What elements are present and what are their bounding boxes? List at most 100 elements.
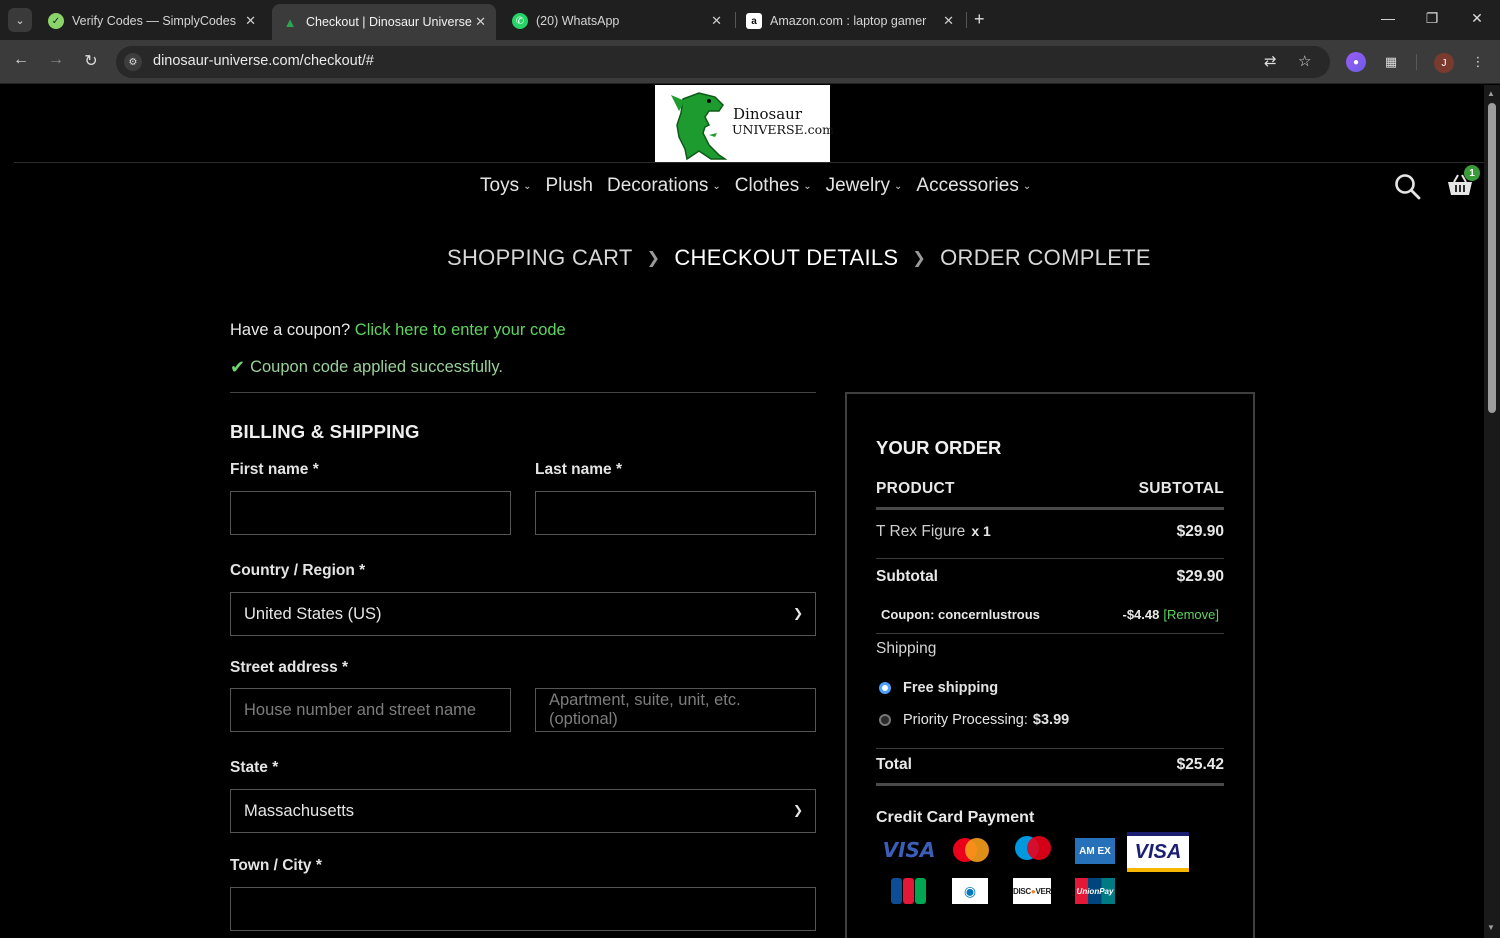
new-tab-plus-icon[interactable]: + [974, 9, 985, 30]
tab-search-chevron-icon[interactable]: ⌄ [8, 8, 32, 32]
order-title: YOUR ORDER [876, 437, 1002, 458]
breadcrumb-shopping-cart[interactable]: SHOPPING CART [447, 245, 633, 271]
total-label: Total [876, 756, 912, 773]
address-bar[interactable]: ⚙ dinosaur-universe.com/checkout/# ⇄ ☆ [116, 46, 1330, 78]
nav-item-toys[interactable]: Toys ⌄ [480, 175, 531, 197]
amazon-icon: a [746, 13, 762, 29]
first-name-label: First name * [230, 461, 319, 479]
main-navigation: Toys ⌄ Plush Decorations ⌄ Clothes ⌄ Jewelr… [480, 175, 1031, 197]
tab-title: Amazon.com : laptop gamer [770, 14, 927, 28]
tab-amazon[interactable]: a Amazon.com : laptop gamer ✕ [736, 6, 964, 36]
nav-item-plush[interactable]: Plush [545, 175, 593, 197]
priority-processing-option[interactable]: Priority Processing: $3.99 [879, 712, 1069, 728]
breadcrumb-order-complete: ORDER COMPLETE [940, 245, 1151, 270]
copilot-extension-icon[interactable]: ● [1346, 52, 1366, 72]
chevron-down-icon: ❯ [792, 803, 803, 817]
reload-icon[interactable]: ↻ [80, 51, 102, 71]
close-icon[interactable]: ✕ [475, 14, 486, 30]
tab-separator [966, 12, 967, 28]
city-label-text: Town / City [230, 857, 312, 874]
scroll-down-arrow-icon[interactable]: ▼ [1487, 923, 1495, 932]
free-shipping-option[interactable]: Free shipping [879, 680, 998, 696]
scroll-up-arrow-icon[interactable]: ▲ [1487, 89, 1495, 98]
checkout-page: Dinosaur UNIVERSE.com Toys ⌄ Plush Decora… [0, 85, 1484, 938]
close-icon[interactable]: ✕ [943, 13, 954, 29]
street-address-label: Street address * [230, 659, 348, 677]
state-label-text: State [230, 759, 268, 776]
browser-tab-bar: ⌄ ✓ Verify Codes — SimplyCodes ✕ ▲ Check… [0, 0, 1500, 40]
tab-dinosaur-universe[interactable]: ▲ Checkout | Dinosaur Universe ✕ [272, 4, 496, 40]
city-field[interactable] [230, 887, 816, 931]
product-column-header: PRODUCT [876, 480, 955, 497]
bookmark-star-icon[interactable]: ☆ [1298, 52, 1311, 70]
nav-item-decorations[interactable]: Decorations ⌄ [607, 175, 721, 197]
radio-selected-icon[interactable] [879, 682, 891, 694]
enter-coupon-link[interactable]: Click here to enter your code [355, 321, 566, 339]
chevron-down-icon: ⌄ [1022, 180, 1032, 192]
chevron-right-icon: ❯ [912, 250, 927, 267]
forward-arrow-icon[interactable]: → [45, 51, 67, 69]
street-address-field[interactable]: House number and street name [230, 688, 511, 732]
total-divider [876, 783, 1224, 786]
page-scrollbar[interactable]: ▲ ▼ [1484, 85, 1500, 938]
state-select[interactable]: Massachusetts ❯ [230, 789, 816, 833]
order-item-row: T Rex Figure x 1 $29.90 [876, 523, 1224, 541]
whatsapp-icon: ✆ [512, 13, 528, 29]
url-text[interactable]: dinosaur-universe.com/checkout/# [153, 53, 374, 69]
radio-unselected-icon[interactable] [879, 714, 891, 726]
tab-title: Verify Codes — SimplyCodes [72, 14, 236, 28]
chevron-down-icon: ⌄ [523, 180, 532, 192]
close-icon[interactable]: ✕ [245, 13, 256, 29]
first-name-field[interactable] [230, 491, 511, 535]
chevron-down-icon: ⌄ [894, 180, 903, 192]
dinosaur-icon: ▲ [283, 14, 297, 30]
scrollbar-thumb[interactable] [1488, 103, 1496, 413]
chevron-down-icon: ❯ [792, 606, 803, 620]
kebab-menu-icon[interactable]: ⋮ [1468, 52, 1488, 72]
search-icon[interactable] [1394, 173, 1421, 205]
cart-count-badge[interactable]: 1 [1464, 165, 1480, 181]
close-icon[interactable]: ✕ [711, 13, 722, 29]
breadcrumb-checkout-details[interactable]: CHECKOUT DETAILS [674, 245, 898, 271]
last-name-label-text: Last name [535, 461, 612, 478]
visa-electron-icon: VISA [1127, 832, 1189, 872]
total-row: Total $25.42 [876, 756, 1224, 774]
site-info-icon[interactable]: ⚙ [124, 53, 142, 71]
shipping-label: Shipping [876, 640, 937, 657]
nav-item-accessories[interactable]: Accessories ⌄ [916, 175, 1031, 197]
nav-label: Plush [545, 175, 593, 196]
nav-item-jewelry[interactable]: Jewelry ⌄ [826, 175, 903, 197]
header-divider [876, 507, 1224, 510]
restore-icon[interactable]: ❐ [1422, 10, 1442, 27]
window-close-icon[interactable]: ✕ [1467, 10, 1487, 27]
apartment-field[interactable]: Apartment, suite, unit, etc. (optional) [535, 688, 816, 732]
site-logo[interactable]: Dinosaur UNIVERSE.com [655, 85, 834, 162]
state-label: State * [230, 759, 278, 777]
order-summary-panel: YOUR ORDER PRODUCT SUBTOTAL T Rex Figure… [845, 392, 1255, 938]
header-divider [14, 162, 1484, 163]
back-arrow-icon[interactable]: ← [10, 51, 32, 69]
tab-whatsapp[interactable]: ✆ (20) WhatsApp ✕ [502, 6, 732, 36]
profile-avatar[interactable]: J [1434, 53, 1454, 73]
logo-text-dinosaur: Dinosaur [733, 105, 802, 123]
nav-item-clothes[interactable]: Clothes ⌄ [735, 175, 812, 197]
required-mark: * [312, 461, 319, 478]
chevron-down-icon: ⌄ [712, 180, 721, 192]
row-divider [876, 558, 1224, 559]
last-name-field[interactable] [535, 491, 816, 535]
subtotal-value: $29.90 [1176, 568, 1224, 585]
remove-coupon-link[interactable]: [Remove] [1163, 607, 1219, 622]
minimize-icon[interactable]: — [1378, 10, 1398, 26]
discover-icon: DISC ● VER [1013, 878, 1051, 904]
translate-icon[interactable]: ⇄ [1264, 52, 1277, 70]
subtotal-row: Subtotal $29.90 [876, 568, 1224, 586]
subtotal-label: Subtotal [876, 568, 938, 585]
extensions-puzzle-icon[interactable]: ▦ [1381, 52, 1401, 72]
logo-text-universe: UNIVERSE.com [732, 122, 835, 137]
coupon-label: Coupon: concernlustrous [881, 607, 1040, 622]
country-select[interactable]: United States (US) ❯ [230, 592, 816, 636]
country-select-value: United States (US) [244, 604, 382, 623]
item-quantity: x 1 [971, 523, 991, 539]
row-divider [876, 633, 1224, 634]
tab-simplycodes[interactable]: ✓ Verify Codes — SimplyCodes ✕ [38, 6, 266, 36]
